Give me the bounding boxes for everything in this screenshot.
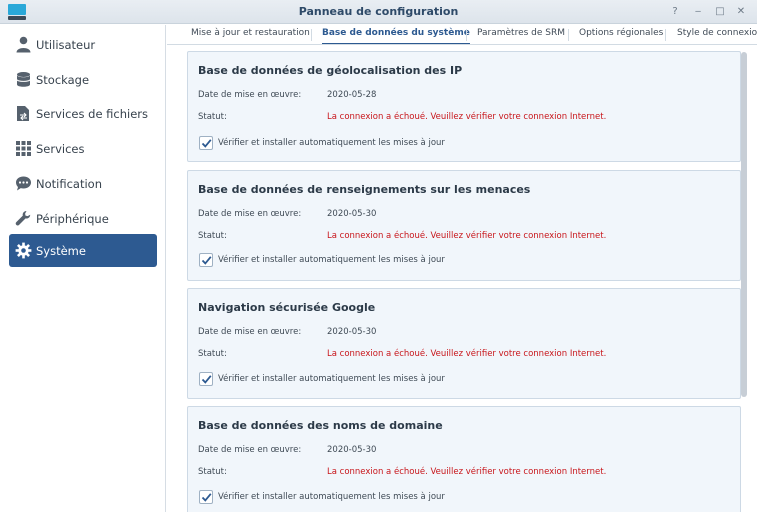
- panel-title: Navigation sécurisée Google: [198, 301, 376, 314]
- title-bar: Panneau de configuration ? ‒ □ ✕: [0, 0, 757, 24]
- checkmark-icon: [201, 256, 212, 265]
- tab-separator: [311, 29, 312, 41]
- date-label: Date de mise en œuvre:: [198, 327, 302, 337]
- panel-title: Base de données de géolocalisation des I…: [198, 64, 463, 77]
- notification-bubble-icon: [16, 176, 31, 191]
- tab-srm-settings[interactable]: Paramètres de SRM: [477, 25, 565, 44]
- vertical-scrollbar[interactable]: [741, 52, 747, 397]
- tab-login-style[interactable]: Style de connexion: [677, 25, 757, 44]
- tab-update-restore[interactable]: Mise à jour et restauration: [191, 25, 310, 44]
- content-area: Base de données de géolocalisation des I…: [167, 46, 757, 512]
- date-value: 2020-05-30: [327, 445, 377, 455]
- status-error-message: La connexion a échoué. Veuillez vérifier…: [327, 349, 607, 359]
- sidebar-item-storage[interactable]: Stockage: [9, 63, 157, 96]
- tab-separator: [665, 29, 666, 41]
- panel-domain-names: Base de données des noms de domaine Date…: [187, 406, 741, 512]
- auto-update-label: Vérifier et installer automatiquement le…: [218, 138, 445, 148]
- tab-separator: [568, 29, 569, 41]
- panel-geolocation: Base de données de géolocalisation des I…: [187, 51, 741, 162]
- sidebar-item-services[interactable]: Services: [9, 132, 157, 165]
- status-label: Statut:: [198, 467, 227, 477]
- checkmark-icon: [201, 139, 212, 148]
- sidebar-item-label: Services: [36, 142, 85, 156]
- status-error-message: La connexion a échoué. Veuillez vérifier…: [327, 467, 607, 477]
- window-title: Panneau de configuration: [298, 5, 459, 18]
- sidebar-item-label: Stockage: [36, 73, 90, 87]
- checkmark-icon: [201, 493, 212, 502]
- tab-separator: [466, 29, 467, 41]
- auto-update-label: Vérifier et installer automatiquement le…: [218, 255, 445, 265]
- checkmark-icon: [201, 375, 212, 384]
- date-value: 2020-05-30: [327, 209, 377, 219]
- sidebar-item-notification[interactable]: Notification: [9, 167, 157, 200]
- sidebar-item-label: Système: [36, 244, 86, 258]
- storage-icon: [16, 72, 31, 87]
- sidebar-item-label: Services de fichiers: [36, 107, 149, 121]
- panel-threat-intelligence: Base de données de renseignements sur le…: [187, 170, 741, 281]
- services-grid-icon: [16, 141, 31, 156]
- status-error-message: La connexion a échoué. Veuillez vérifier…: [327, 231, 607, 241]
- help-button[interactable]: ?: [667, 4, 683, 20]
- tab-regional-options[interactable]: Options régionales: [579, 25, 663, 44]
- sidebar-item-file-services[interactable]: Services de fichiers: [9, 97, 157, 130]
- date-value: 2020-05-28: [327, 90, 377, 100]
- panel-title: Base de données de renseignements sur le…: [198, 183, 531, 196]
- sidebar-item-label: Utilisateur: [36, 38, 96, 52]
- date-label: Date de mise en œuvre:: [198, 209, 302, 219]
- wrench-icon: [15, 211, 31, 226]
- status-error-message: La connexion a échoué. Veuillez vérifier…: [327, 112, 607, 122]
- maximize-button[interactable]: □: [712, 4, 728, 20]
- auto-update-checkbox[interactable]: [199, 490, 213, 504]
- status-label: Statut:: [198, 349, 227, 359]
- status-label: Statut:: [198, 112, 227, 122]
- date-value: 2020-05-30: [327, 327, 377, 337]
- date-label: Date de mise en œuvre:: [198, 90, 302, 100]
- auto-update-checkbox[interactable]: [199, 136, 213, 150]
- file-services-icon: [17, 106, 29, 121]
- panel-title: Base de données des noms de domaine: [198, 419, 443, 432]
- sidebar-item-user[interactable]: Utilisateur: [9, 28, 157, 61]
- auto-update-label: Vérifier et installer automatiquement le…: [218, 492, 445, 502]
- sidebar-item-label: Notification: [36, 177, 102, 191]
- sidebar: Utilisateur Stockage Services de fichier…: [0, 25, 166, 512]
- panel-google-safe-browsing: Navigation sécurisée Google Date de mise…: [187, 288, 741, 399]
- sidebar-item-system[interactable]: Système: [9, 234, 157, 267]
- gear-icon: [15, 242, 32, 259]
- sidebar-item-label: Périphérique: [36, 212, 109, 226]
- minimize-button[interactable]: ‒: [690, 4, 706, 20]
- user-icon: [16, 36, 31, 53]
- tab-bar: Mise à jour et restauration Base de donn…: [167, 25, 757, 45]
- auto-update-checkbox[interactable]: [199, 372, 213, 386]
- status-label: Statut:: [198, 231, 227, 241]
- auto-update-checkbox[interactable]: [199, 253, 213, 267]
- tab-system-database[interactable]: Base de données du système: [322, 25, 470, 44]
- date-label: Date de mise en œuvre:: [198, 445, 302, 455]
- close-button[interactable]: ✕: [733, 4, 749, 20]
- sidebar-item-peripheral[interactable]: Périphérique: [9, 202, 157, 235]
- auto-update-label: Vérifier et installer automatiquement le…: [218, 374, 445, 384]
